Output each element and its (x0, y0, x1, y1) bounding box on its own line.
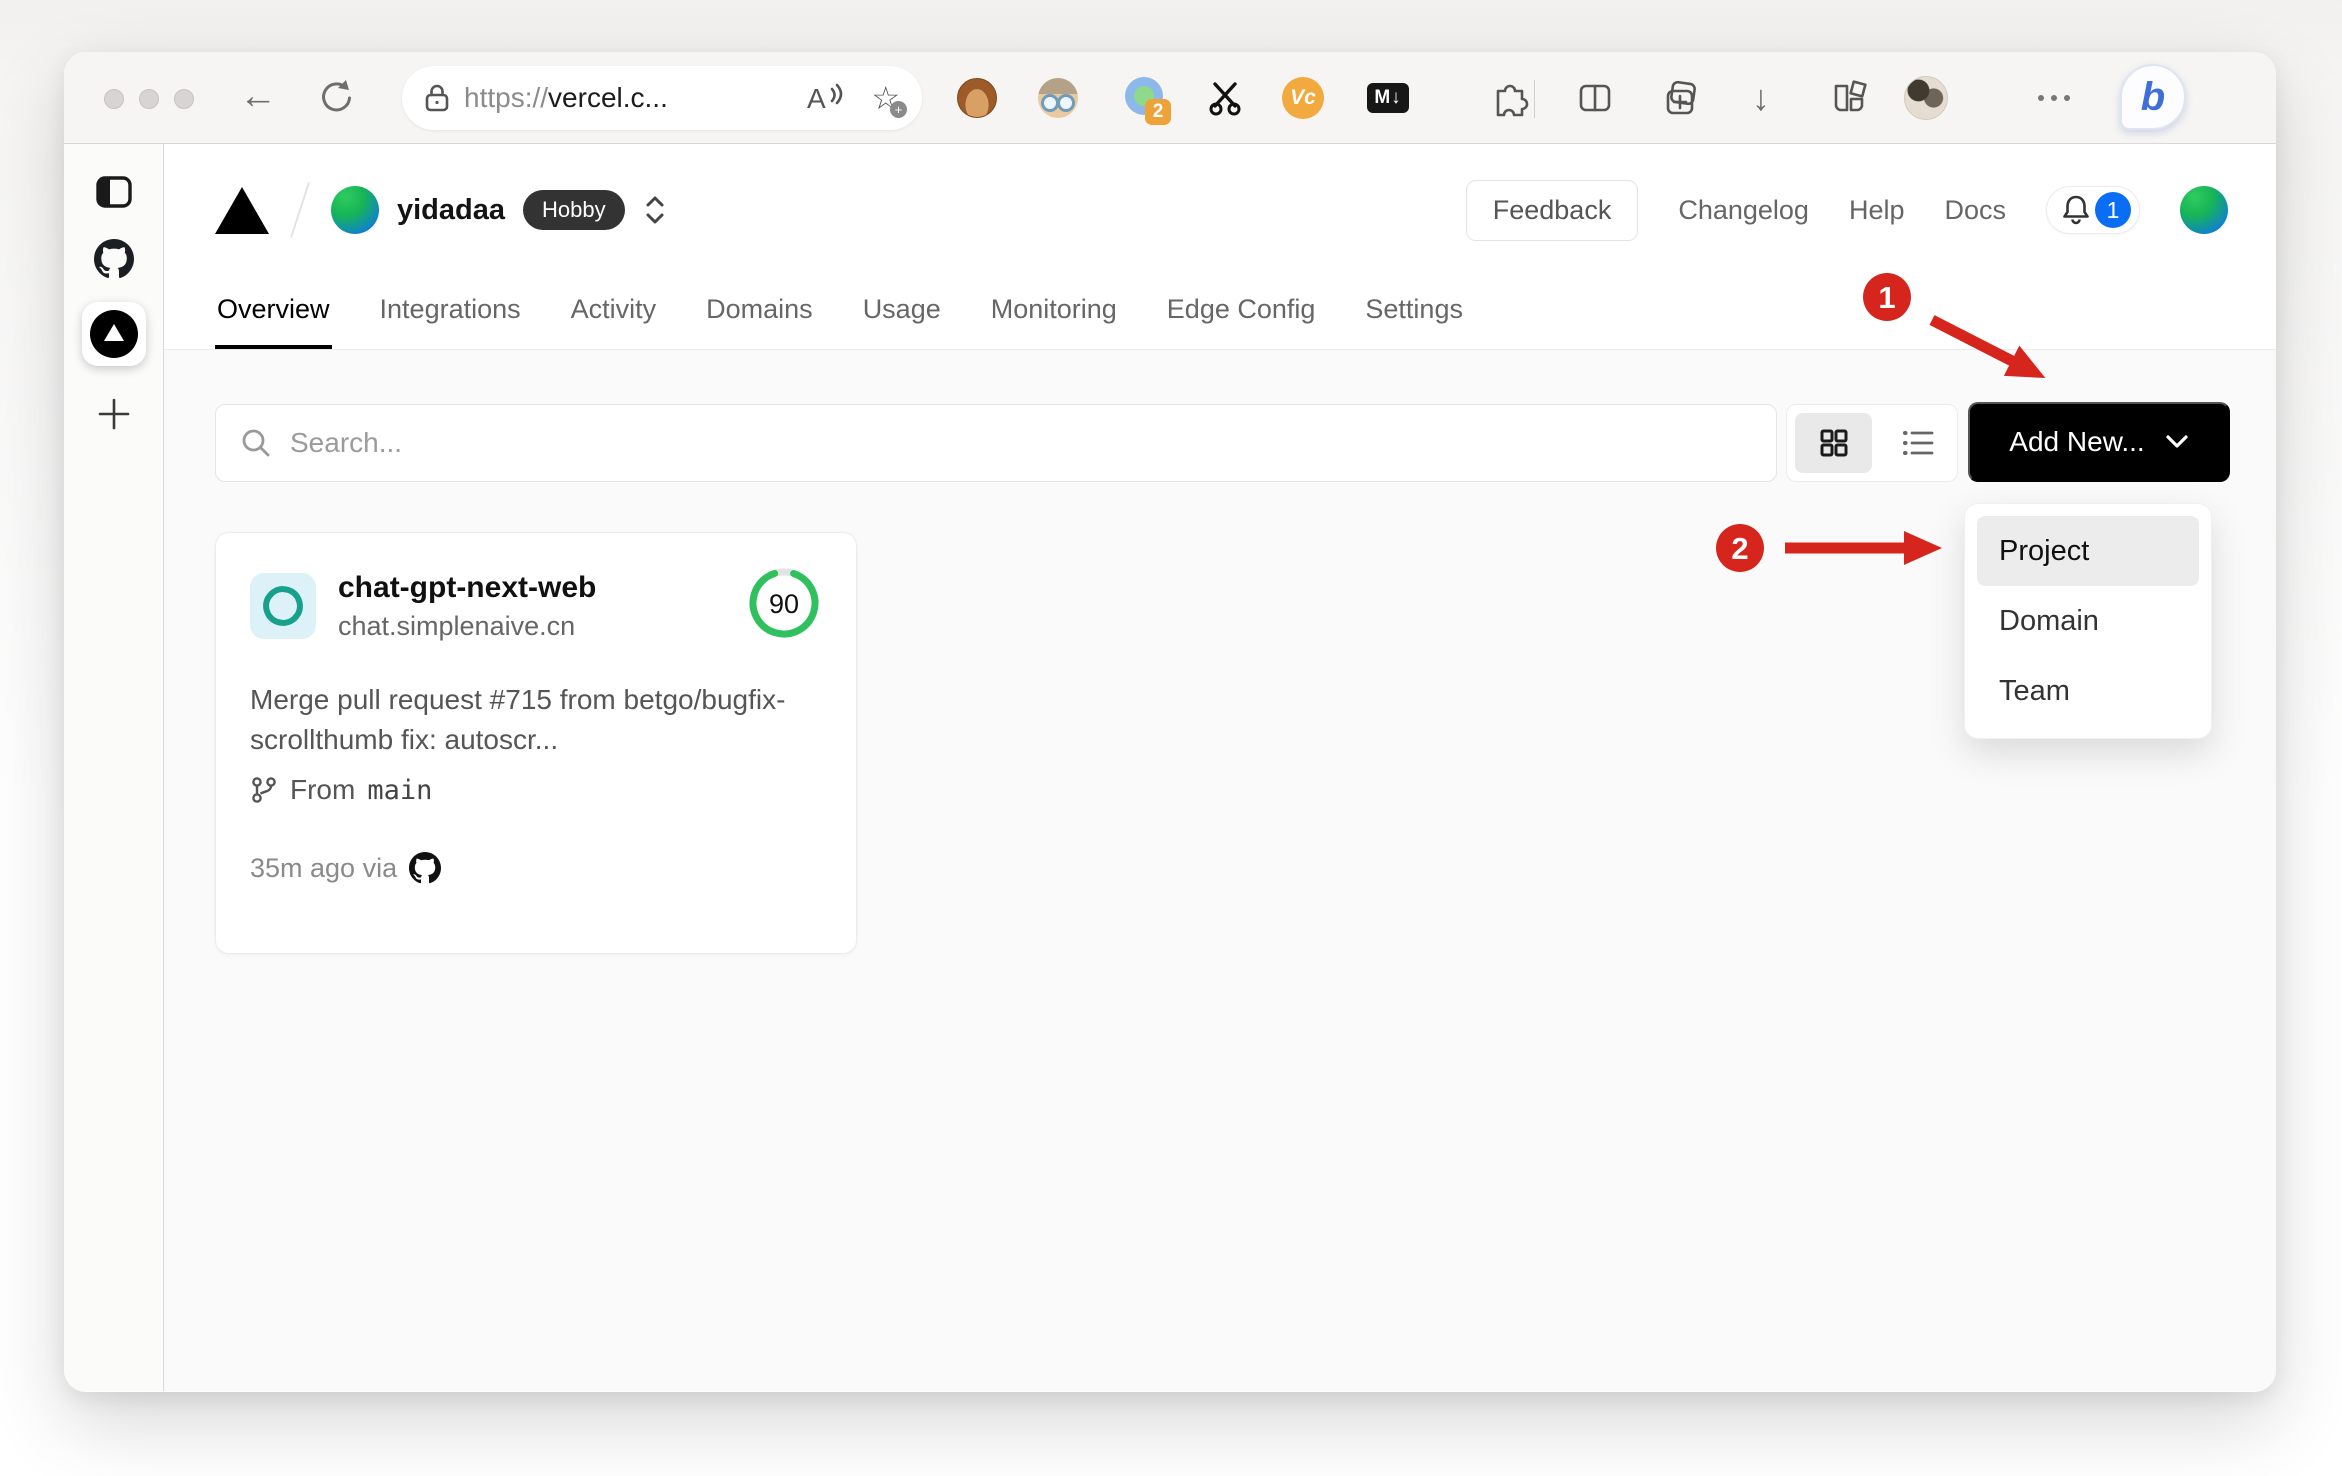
tab-overview[interactable]: Overview (215, 294, 332, 349)
dashboard-content: Add New... (164, 350, 2276, 1391)
branch-name: main (367, 774, 433, 806)
favorite-star-icon[interactable]: ☆ + (871, 82, 907, 118)
dashboard-tabs: Overview Integrations Activity Domains U… (215, 294, 1465, 349)
feedback-button[interactable]: Feedback (1465, 179, 1639, 241)
collections-icon[interactable] (1659, 76, 1703, 120)
bing-chat-icon[interactable]: b (2120, 64, 2186, 130)
changelog-link[interactable]: Changelog (1678, 195, 1809, 226)
browser-toolbar: ← https://vercel.c... A ☆ + 2 Vc M↓ ↓ b (64, 52, 2276, 144)
zoom-window-button[interactable] (174, 89, 194, 109)
markdown-extension-icon[interactable]: M↓ (1366, 76, 1410, 120)
user-avatar[interactable] (2180, 186, 2228, 234)
close-window-button[interactable] (104, 89, 124, 109)
project-name: chat-gpt-next-web (338, 570, 597, 604)
project-card[interactable]: chat-gpt-next-web chat.simplenaive.cn 90… (215, 532, 857, 954)
tab-monitoring[interactable]: Monitoring (989, 294, 1119, 349)
svg-text:A: A (807, 83, 826, 114)
notifications-button[interactable]: 1 (2046, 186, 2140, 234)
chevron-updown-icon (646, 196, 664, 224)
minimize-window-button[interactable] (139, 89, 159, 109)
search-input[interactable] (290, 427, 1690, 459)
list-view-button[interactable] (1880, 405, 1957, 481)
tab-usage[interactable]: Usage (861, 294, 943, 349)
scissors-extension-icon[interactable] (1203, 76, 1247, 120)
bell-icon (2063, 195, 2089, 225)
vercel-dashboard-page: yidadaa Hobby Feedback Changelog Help Do… (164, 144, 2276, 1391)
search-box (215, 404, 1777, 482)
vercel-logo[interactable] (215, 186, 269, 234)
toolbar-divider (1534, 80, 1535, 118)
deploy-time: 35m ago via (250, 852, 398, 883)
tab-activity[interactable]: Activity (569, 294, 659, 349)
more-menu-icon[interactable] (2032, 76, 2076, 120)
browser-side-rail (64, 144, 164, 1391)
sidebar-toggle-icon[interactable] (94, 172, 134, 212)
dashboard-header: yidadaa Hobby Feedback Changelog Help Do… (164, 144, 2276, 350)
add-site-plus-icon[interactable] (94, 394, 134, 434)
score-ring: 90 (746, 565, 822, 646)
refresh-icon[interactable] (314, 74, 358, 118)
extensions-puzzle-icon[interactable] (1487, 76, 1531, 120)
branch-label: From (290, 774, 356, 805)
git-branch-icon (252, 777, 276, 803)
browser-profile-avatar[interactable] (1904, 76, 1948, 120)
back-icon[interactable]: ← (236, 74, 280, 118)
project-domain: chat.simplenaive.cn (338, 610, 576, 641)
plan-badge: Hobby (523, 190, 625, 230)
video-helper-extension-icon[interactable]: Vc (1281, 76, 1325, 120)
proxy-extension-icon[interactable]: 2 (1124, 76, 1171, 125)
address-bar[interactable]: https://vercel.c... A ☆ + (402, 66, 922, 130)
grid-view-button[interactable] (1795, 413, 1872, 473)
openai-logo-icon (250, 572, 316, 639)
read-aloud-icon[interactable]: A (805, 81, 845, 115)
dropdown-item-domain[interactable]: Domain (1977, 586, 2199, 656)
grid-icon (1820, 429, 1847, 457)
team-name: yidadaa (397, 193, 505, 226)
team-avatar (331, 186, 379, 234)
tampermonkey-extension-icon[interactable] (955, 76, 999, 120)
workspaces-icon[interactable] (1826, 76, 1870, 120)
breadcrumb-slash (290, 182, 310, 238)
person-extension-icon[interactable] (1036, 76, 1080, 120)
help-link[interactable]: Help (1849, 195, 1905, 226)
split-screen-icon[interactable] (1573, 76, 1617, 120)
tab-settings[interactable]: Settings (1363, 294, 1465, 349)
tab-edge-config[interactable]: Edge Config (1165, 294, 1318, 349)
url-text: https://vercel.c... (464, 82, 668, 113)
proxy-badge: 2 (1145, 99, 1171, 125)
vercel-triangle-icon (104, 324, 124, 341)
add-new-button[interactable]: Add New... (1968, 402, 2230, 482)
vercel-sidebar-icon[interactable] (82, 302, 146, 366)
github-sidebar-icon[interactable] (94, 239, 134, 279)
dropdown-item-team[interactable]: Team (1977, 656, 2199, 726)
browser-window: ← https://vercel.c... A ☆ + 2 Vc M↓ ↓ b … (64, 52, 2276, 1392)
notification-count-badge: 1 (2095, 192, 2131, 228)
view-toggle (1786, 404, 1958, 482)
docs-link[interactable]: Docs (1944, 195, 2006, 226)
add-new-dropdown: Project Domain Team (1964, 503, 2212, 739)
chevron-down-icon (2166, 435, 2188, 448)
tab-domains[interactable]: Domains (704, 294, 815, 349)
github-icon (409, 852, 442, 884)
score-value: 90 (769, 589, 799, 619)
commit-message: Merge pull request #715 from betgo/bugfi… (250, 684, 786, 755)
list-icon (1902, 431, 1933, 455)
tab-integrations[interactable]: Integrations (378, 294, 523, 349)
search-icon (242, 429, 270, 457)
team-switcher[interactable]: yidadaa Hobby (331, 186, 667, 234)
dropdown-item-project[interactable]: Project (1977, 516, 2199, 586)
downloads-icon[interactable]: ↓ (1739, 76, 1783, 120)
lock-icon (425, 84, 449, 112)
